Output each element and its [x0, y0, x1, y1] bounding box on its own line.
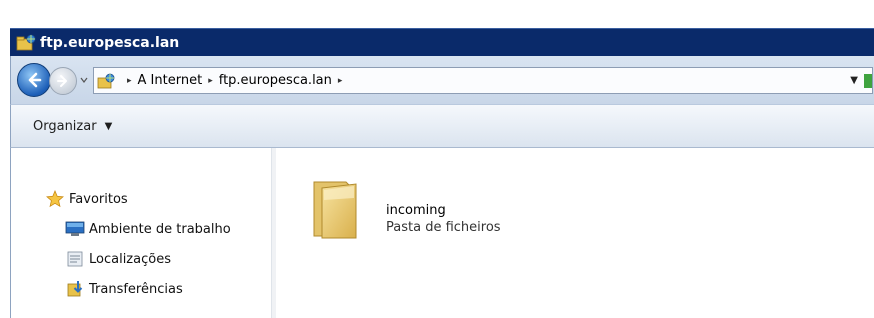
desktop-icon [65, 220, 85, 238]
folder-item[interactable]: incoming Pasta de ficheiros [308, 178, 501, 240]
arrow-left-icon [28, 72, 42, 88]
nav-item-label: Localizações [89, 251, 171, 267]
title-bar[interactable]: ftp.europesca.lan [10, 28, 874, 56]
ftp-location-icon [97, 72, 115, 90]
breadcrumb-separator-icon[interactable]: ▸ [208, 76, 213, 86]
downloads-icon [65, 280, 85, 298]
address-box[interactable]: ▸ A Internet ▸ ftp.europesca.lan ▸ ▼ [93, 67, 873, 94]
nav-item-favorites[interactable]: Favoritos [45, 190, 128, 208]
organize-menu-button[interactable]: Organizar ▼ [33, 119, 112, 134]
address-history-dropdown-icon[interactable]: ▼ [850, 75, 858, 86]
caret-down-icon: ▼ [104, 120, 113, 132]
breadcrumb-label: A Internet [137, 73, 203, 88]
breadcrumb-root-arrow-icon[interactable]: ▸ [127, 76, 132, 86]
chevron-down-icon [80, 77, 88, 83]
nav-item-label: Ambiente de trabalho [89, 221, 231, 237]
recent-pages-dropdown[interactable] [79, 75, 89, 85]
navigation-pane: Favoritos Ambiente de trabalho Localizaç… [10, 148, 276, 318]
recent-places-icon [65, 250, 85, 268]
breadcrumb-item[interactable]: A Internet [138, 73, 203, 88]
organize-label: Organizar [33, 118, 97, 134]
folder-icon [313, 181, 357, 239]
folder-name: incoming [386, 203, 446, 218]
forward-button[interactable] [49, 67, 77, 95]
command-bar: Organizar ▼ [10, 104, 874, 148]
nav-item-recent-places[interactable]: Localizações [65, 250, 171, 268]
address-toolbar: ▸ A Internet ▸ ftp.europesca.lan ▸ ▼ [10, 56, 874, 104]
window-title: ftp.europesca.lan [40, 34, 180, 51]
nav-item-downloads[interactable]: Transferências [65, 280, 183, 298]
go-button[interactable] [864, 74, 872, 88]
folder-type: Pasta de ficheiros [386, 220, 501, 235]
breadcrumb-label: ftp.europesca.lan [218, 73, 332, 88]
arrow-right-icon [57, 75, 67, 87]
breadcrumb-end-arrow-icon[interactable]: ▸ [338, 76, 343, 86]
ftp-folder-icon [16, 33, 36, 53]
breadcrumb-item[interactable]: ftp.europesca.lan [219, 73, 332, 88]
star-icon [45, 190, 65, 208]
back-button[interactable] [17, 63, 51, 97]
content-pane: incoming Pasta de ficheiros [276, 148, 874, 318]
nav-item-label: Transferências [89, 281, 183, 297]
nav-item-desktop[interactable]: Ambiente de trabalho [65, 220, 231, 238]
nav-item-label: Favoritos [69, 191, 128, 207]
